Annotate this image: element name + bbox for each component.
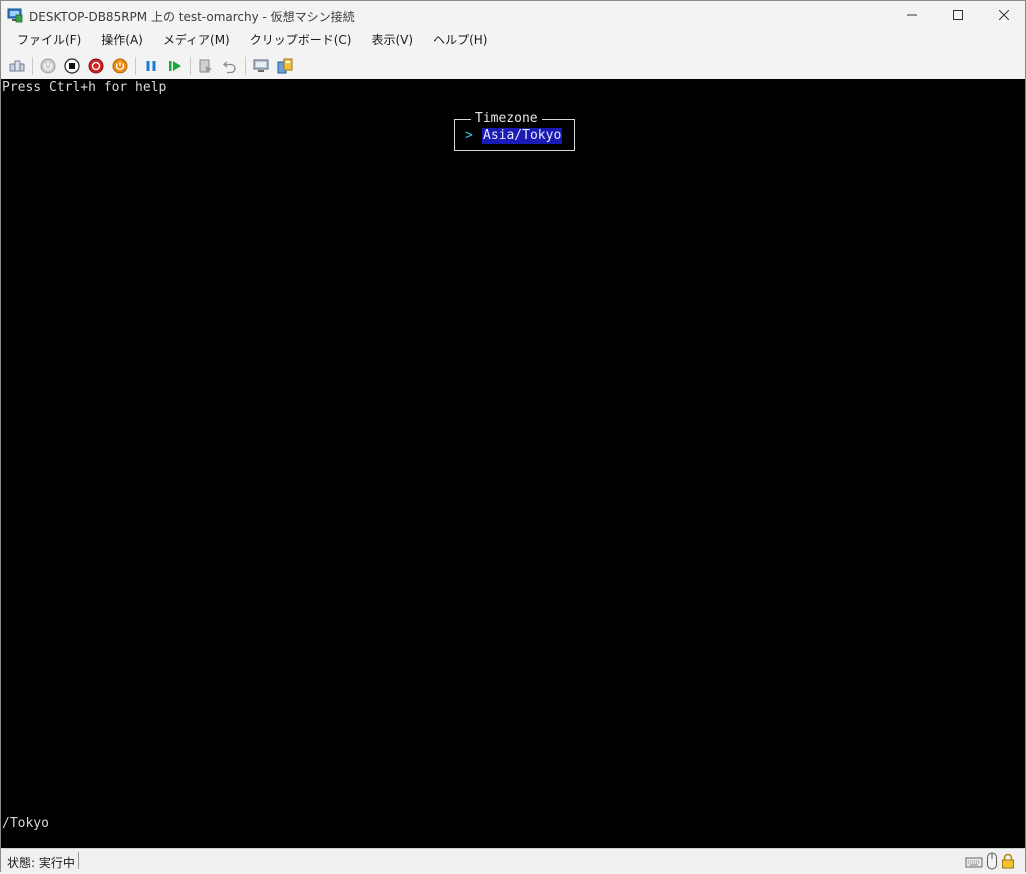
status-icons bbox=[965, 852, 1015, 874]
start-icon bbox=[40, 58, 56, 73]
menu-view[interactable]: 表示(V) bbox=[362, 29, 424, 52]
help-hint-text: Press Ctrl+h for help bbox=[2, 80, 167, 95]
toolbar-separator bbox=[190, 56, 191, 75]
ctrl-alt-del-icon bbox=[9, 60, 25, 71]
checkpoint-icon bbox=[199, 59, 212, 72]
revert-button[interactable] bbox=[218, 55, 242, 77]
start-button[interactable] bbox=[36, 55, 60, 77]
toolbar-separator bbox=[245, 56, 246, 75]
pause-button[interactable] bbox=[139, 55, 163, 77]
vm-connection-window: DESKTOP-DB85RPM 上の test-omarchy - 仮想マシン接… bbox=[0, 0, 1026, 872]
toolbar-separator bbox=[135, 56, 136, 75]
enhanced-session-icon bbox=[253, 59, 269, 72]
resume-button[interactable] bbox=[163, 55, 187, 77]
save-state-button[interactable] bbox=[108, 55, 132, 77]
toolbar-separator bbox=[32, 56, 33, 75]
menu-clipboard[interactable]: クリップボード(C) bbox=[240, 29, 362, 52]
maximize-button[interactable] bbox=[935, 1, 981, 29]
timezone-option-selected[interactable]: Asia/Tokyo bbox=[482, 128, 563, 144]
menu-bar: ファイル(F) 操作(A) メディア(M) クリップボード(C) 表示(V) ヘ… bbox=[1, 29, 1025, 52]
lock-icon bbox=[1001, 853, 1015, 873]
revert-icon bbox=[222, 61, 236, 73]
ctrl-alt-del-button[interactable] bbox=[5, 55, 29, 77]
menu-file[interactable]: ファイル(F) bbox=[7, 29, 91, 52]
share-button[interactable] bbox=[273, 55, 297, 77]
vm-console-screen[interactable]: Press Ctrl+h for help Timezone > Asia/To… bbox=[1, 79, 1025, 848]
close-icon bbox=[999, 10, 1009, 20]
share-icon bbox=[277, 58, 293, 73]
vm-connection-icon bbox=[7, 7, 23, 23]
checkpoint-button[interactable] bbox=[194, 55, 218, 77]
close-button[interactable] bbox=[981, 1, 1026, 29]
status-bar: 状態: 実行中 bbox=[1, 848, 1025, 872]
timezone-dialog-title: Timezone bbox=[471, 111, 542, 127]
title-bar[interactable]: DESKTOP-DB85RPM 上の test-omarchy - 仮想マシン接… bbox=[1, 1, 1025, 29]
shutdown-button[interactable] bbox=[84, 55, 108, 77]
vm-status-text: 状態: 実行中 bbox=[7, 856, 75, 870]
menu-media[interactable]: メディア(M) bbox=[153, 29, 240, 52]
filter-input-line[interactable]: /Tokyo bbox=[2, 816, 49, 832]
save-state-icon bbox=[112, 58, 128, 73]
menu-action[interactable]: 操作(A) bbox=[91, 29, 153, 52]
resume-icon bbox=[169, 60, 181, 71]
keyboard-icon bbox=[965, 854, 983, 873]
turn-off-icon bbox=[64, 57, 80, 74]
shutdown-icon bbox=[88, 58, 104, 73]
window-title: DESKTOP-DB85RPM 上の test-omarchy - 仮想マシン接… bbox=[29, 10, 355, 24]
status-separator bbox=[78, 852, 79, 869]
pause-icon bbox=[146, 60, 156, 71]
timezone-dialog: Timezone > Asia/Tokyo bbox=[454, 111, 575, 151]
menu-help[interactable]: ヘルプ(H) bbox=[423, 29, 497, 52]
mouse-icon bbox=[986, 852, 998, 874]
minimize-icon bbox=[907, 14, 917, 16]
maximize-icon bbox=[953, 10, 963, 20]
minimize-button[interactable] bbox=[889, 1, 935, 29]
selection-arrow-icon: > bbox=[465, 128, 473, 143]
enhanced-session-button[interactable] bbox=[249, 55, 273, 77]
toolbar bbox=[1, 52, 1025, 79]
turn-off-button[interactable] bbox=[60, 55, 84, 77]
